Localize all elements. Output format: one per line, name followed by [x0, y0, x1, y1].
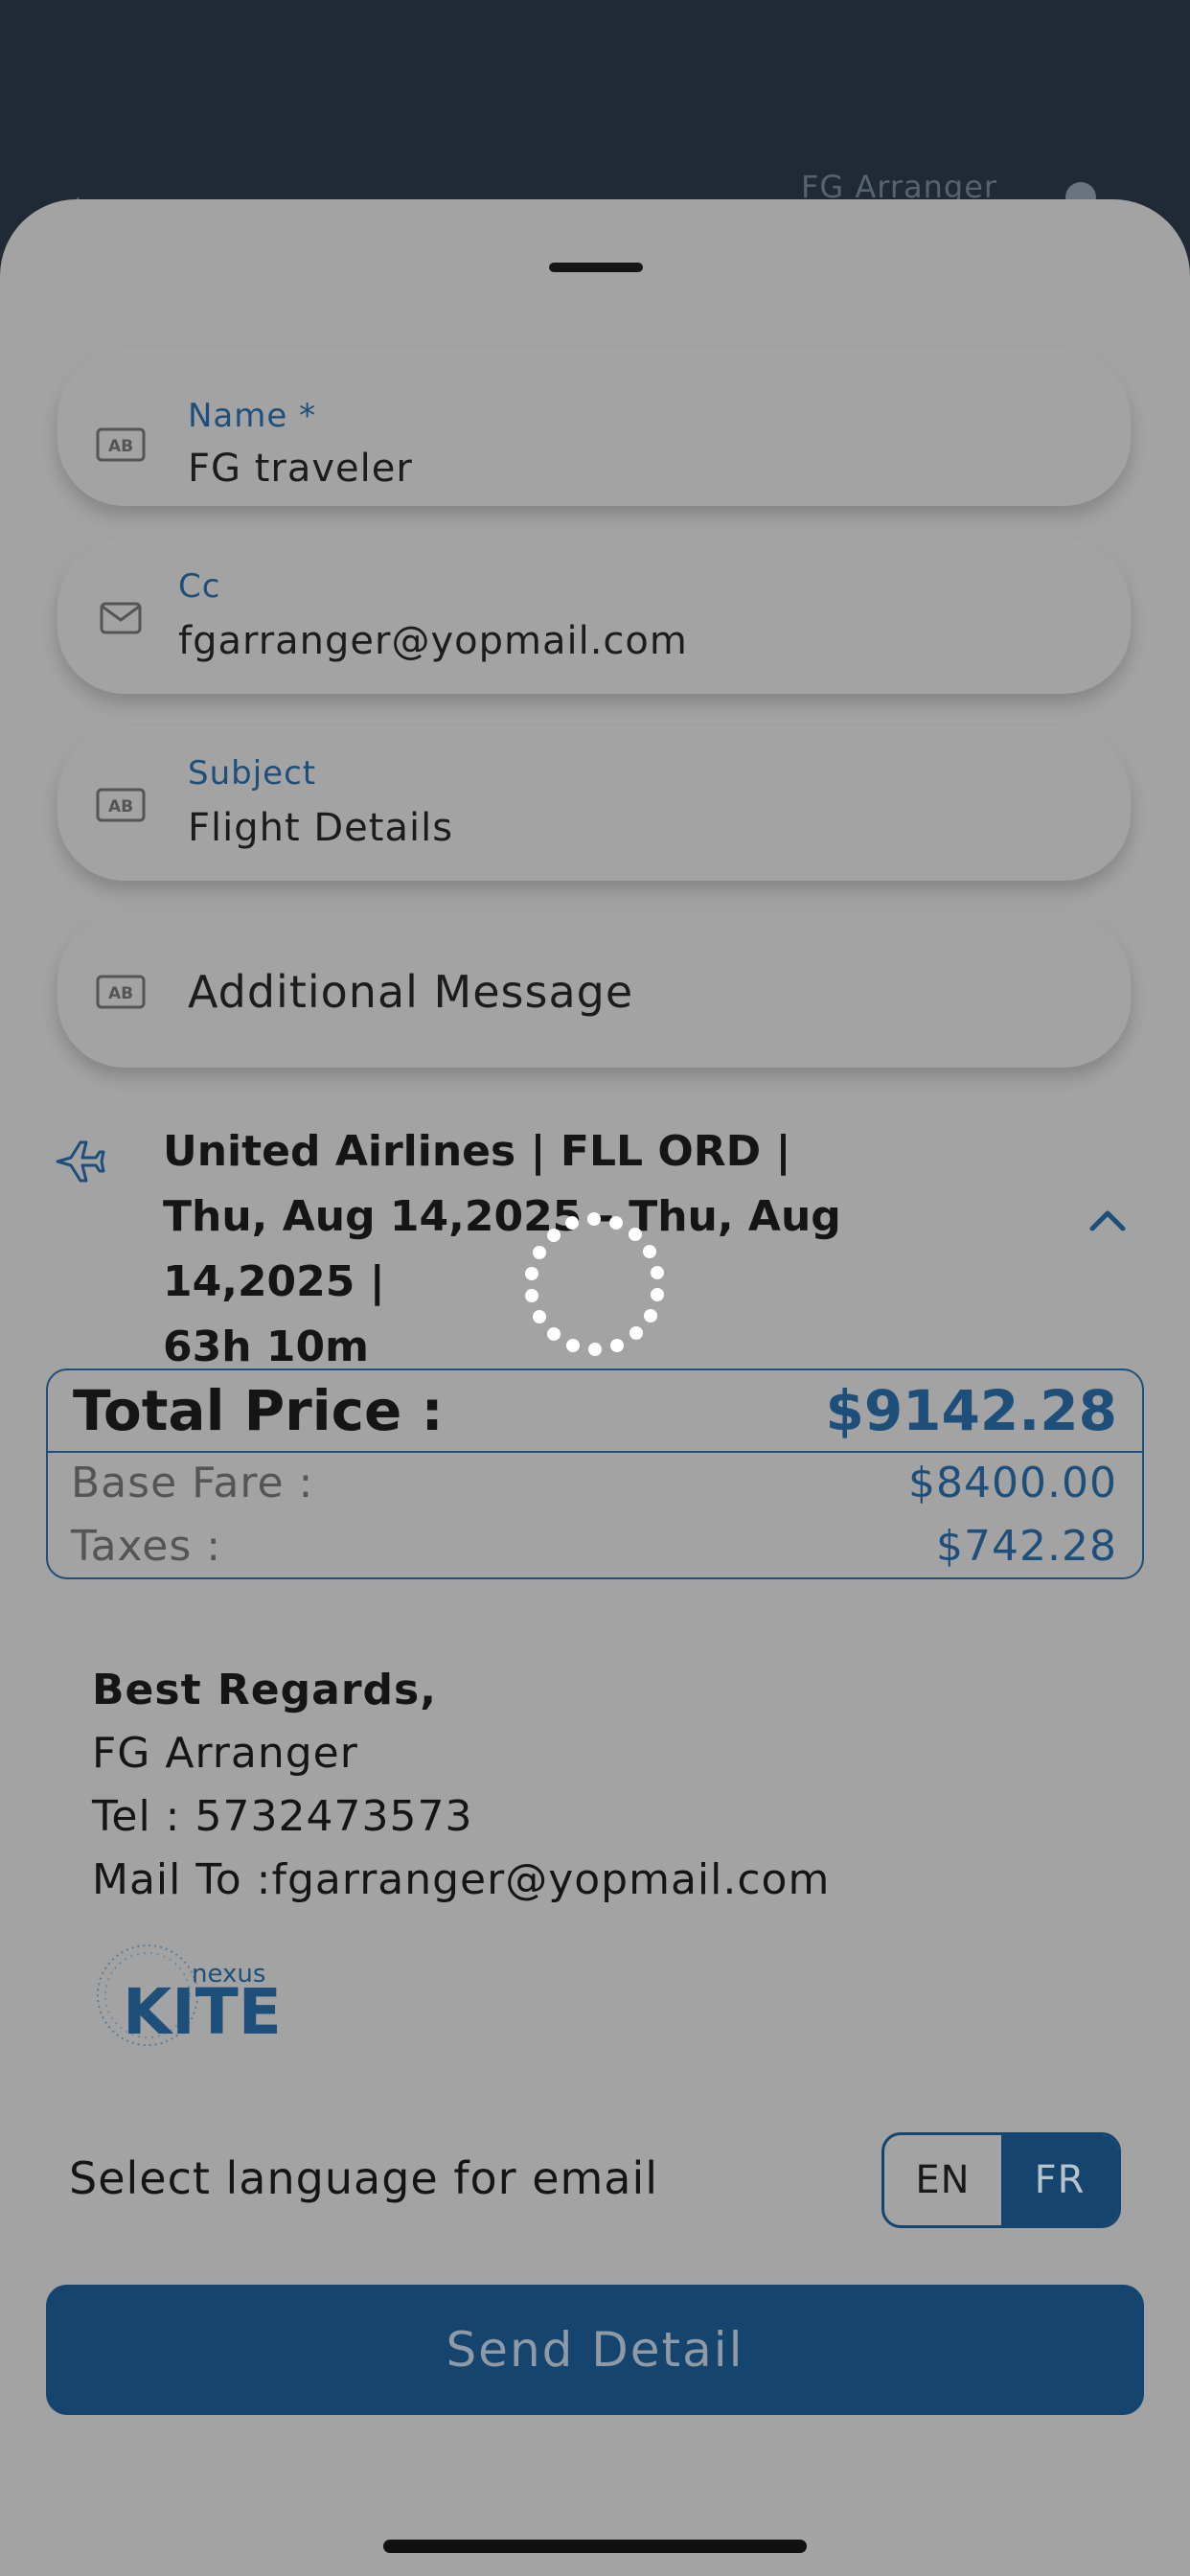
subject-label: Subject	[188, 754, 317, 793]
taxes-label: Taxes :	[71, 1522, 222, 1571]
language-label: Select language for email	[69, 2152, 659, 2204]
home-indicator	[383, 2540, 807, 2553]
name-value[interactable]: FG traveler	[188, 447, 413, 491]
subject-field[interactable]: AB Subject Flight Details	[57, 729, 1131, 881]
svg-text:AB: AB	[108, 797, 133, 816]
name-field[interactable]: AB Name * FG traveler	[57, 353, 1131, 506]
name-label: Name *	[188, 397, 317, 435]
signature-name: FG Arranger	[92, 1729, 358, 1778]
subject-value[interactable]: Flight Details	[188, 806, 453, 850]
svg-text:AB: AB	[108, 437, 133, 456]
flight-airline-route: United Airlines | FLL ORD |	[163, 1127, 791, 1176]
nexus-kite-logo: nexus KITE	[97, 1944, 282, 2049]
chevron-up-icon[interactable]	[1087, 1206, 1129, 1234]
cc-field[interactable]: Cc fgarranger@yopmail.com	[57, 542, 1131, 694]
base-fare-value: $8400.00	[908, 1459, 1117, 1507]
signature-mail: Mail To :fgarranger@yopmail.com	[92, 1855, 831, 1904]
cc-label: Cc	[178, 567, 221, 606]
signature-greeting: Best Regards,	[92, 1666, 437, 1714]
mail-icon	[100, 602, 142, 634]
loading-spinner-icon	[525, 1212, 664, 1356]
taxes-value: $742.28	[936, 1522, 1117, 1571]
screen: ‹ FG Arranger AB Name * FG traveler Cc f…	[0, 0, 1190, 2576]
total-price-row: Total Price : $9142.28	[48, 1370, 1142, 1453]
text-field-icon: AB	[96, 788, 146, 822]
drag-handle[interactable]	[549, 263, 643, 272]
total-price-value: $9142.28	[825, 1378, 1117, 1443]
svg-text:AB: AB	[108, 984, 133, 1003]
additional-message-field[interactable]: AB Additional Message	[57, 916, 1131, 1068]
airplane-icon	[56, 1140, 105, 1183]
text-field-icon: AB	[96, 427, 146, 462]
total-price-label: Total Price :	[73, 1378, 444, 1443]
logo-big-text: KITE	[123, 1975, 282, 2049]
language-option-fr[interactable]: FR	[1001, 2135, 1118, 2225]
signature-tel: Tel : 5732473573	[92, 1792, 473, 1841]
additional-message-placeholder[interactable]: Additional Message	[188, 966, 633, 1018]
send-detail-button[interactable]: Send Detail	[46, 2285, 1144, 2415]
price-summary: Total Price : $9142.28 Base Fare : $8400…	[46, 1368, 1144, 1579]
language-option-en[interactable]: EN	[884, 2135, 1001, 2225]
text-field-icon: AB	[96, 975, 146, 1009]
language-toggle[interactable]: EN FR	[881, 2132, 1121, 2228]
base-fare-label: Base Fare :	[71, 1459, 314, 1507]
cc-value[interactable]: fgarranger@yopmail.com	[178, 619, 688, 663]
